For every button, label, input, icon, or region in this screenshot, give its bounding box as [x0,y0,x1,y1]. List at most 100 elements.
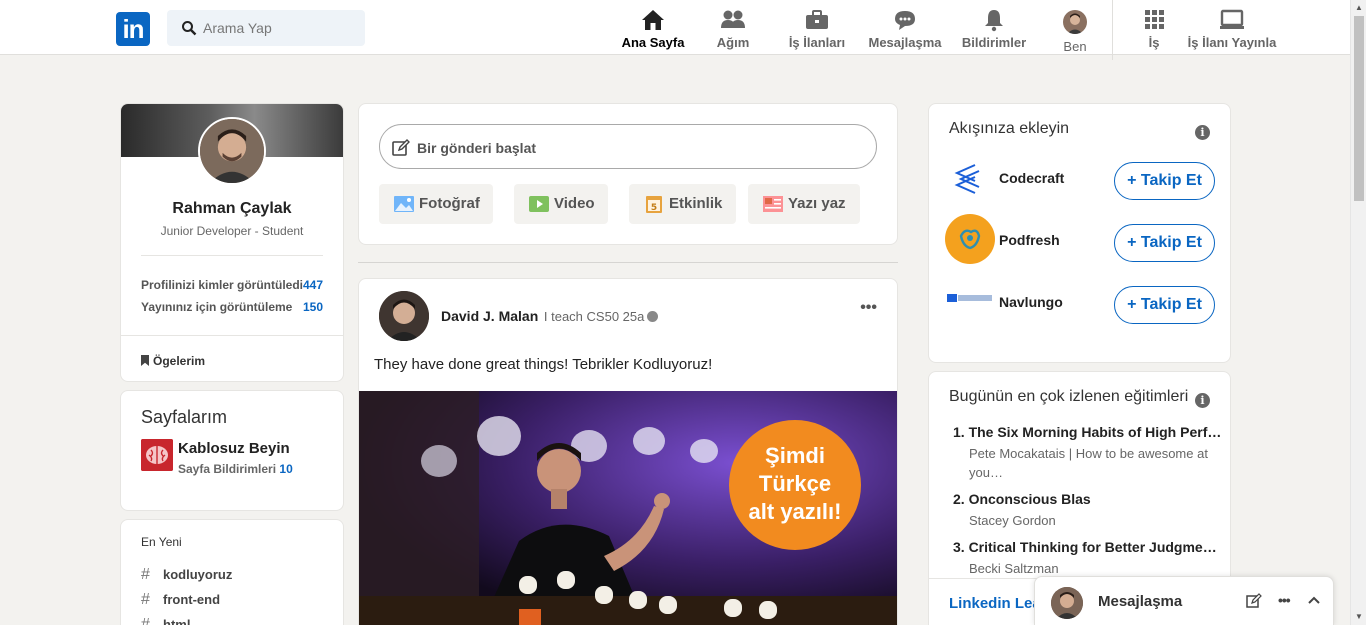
nav-work-label: İş [1148,35,1160,50]
write-article-label: Yazı yaz [788,195,846,212]
briefcase-icon [806,10,828,29]
info-icon[interactable]: i [1195,393,1210,408]
page-scrollbar[interactable]: ▲ ▼ [1350,0,1366,625]
post-views-value: 150 [302,300,323,314]
subtitle-badge-line: alt yazılı! [748,499,842,524]
nav-work[interactable]: İş [1140,8,1168,52]
chevron-up-icon[interactable] [1307,593,1321,607]
profile-views-label: Profilinizi kimler görüntüledi [141,278,304,292]
courses-title: Bugünün en çok izlenen eğitimleri [949,388,1189,405]
messaging-bar[interactable]: Mesajlaşma ••• [1034,576,1334,625]
post-views-row[interactable]: Yayınınız için görüntüleme 150 [141,300,323,314]
subtitle-badge: Şimdi Türkçe alt yazılı! [729,420,861,550]
write-article-button[interactable]: Yazı yaz [748,184,860,224]
linkedin-logo[interactable]: in [116,12,150,46]
profile-avatar[interactable] [198,117,266,185]
more-options-icon[interactable]: ••• [860,299,877,317]
profile-views-row[interactable]: Profilinizi kimler görüntüledi 447 [141,278,323,292]
hashtag-icon: # [141,591,150,608]
follow-button[interactable]: + Takip Et [1114,286,1215,324]
subtitle-badge-line: Türkçe [758,471,832,496]
post-image[interactable]: Şimdi Türkçe alt yazılı! [359,391,897,625]
avatar [1051,587,1083,619]
feed-sort-divider [358,262,898,263]
compose-icon[interactable] [1246,593,1262,609]
nav-home-label: Ana Sayfa [621,35,685,50]
hashtag-item[interactable]: # html [141,616,190,625]
info-icon[interactable]: i [1195,125,1210,140]
hashtag-item[interactable]: # kodluyoruz [141,566,232,584]
nav-home[interactable]: Ana Sayfa [618,8,688,52]
course-item[interactable]: 3. Critical Thinking for Better Judgme… … [953,539,1223,578]
recent-card: En Yeni # kodluyoruz # front-end # html [120,519,344,625]
pages-title: Sayfalarım [141,407,228,427]
nav-notifications[interactable]: Bildirimler [960,8,1028,52]
suggestion-name[interactable]: Podfresh [999,232,1060,248]
nav-jobs-label: İş İlanları [788,35,846,50]
hashtag-item[interactable]: # front-end [141,591,220,609]
start-post-label: Bir gönderi başlat [417,140,537,156]
post-author-line[interactable]: David J. Malan I teach CS50 25a [441,308,659,324]
svg-text:5: 5 [651,203,657,213]
avatar [1063,10,1087,34]
bookmark-icon [141,355,149,366]
recent-title: En Yeni [141,535,182,549]
nav-post-job[interactable]: İş İlanı Yayınla [1186,8,1278,52]
nav-messaging[interactable]: Mesajlaşma [866,8,944,52]
profile-name[interactable]: Rahman Çaylak [121,200,343,218]
brain-logo-icon[interactable] [141,439,173,471]
divider [141,255,323,256]
course-author: Pete Mocakatais | How to be awesome at y… [969,446,1208,480]
page-name[interactable]: Kablosuz Beyin [178,440,290,457]
nav-network[interactable]: Ağım [710,8,756,52]
course-title: 3. Critical Thinking for Better Judgme… [953,539,1217,555]
post-composer: Bir gönderi başlat Fotoğraf Video 5 Etki… [358,103,898,245]
subtitle-badge-line: Şimdi [765,443,825,468]
video-icon [529,196,549,212]
scroll-down-arrow-icon[interactable]: ▼ [1355,612,1363,621]
search-box[interactable] [167,10,365,46]
network-icon [721,10,745,28]
search-icon [182,21,197,36]
more-options-icon[interactable]: ••• [1278,592,1291,608]
event-button[interactable]: 5 Etkinlik [629,184,736,224]
profile-card: Rahman Çaylak Junior Developer - Student… [120,103,344,382]
post-author-name: David J. Malan [441,308,539,324]
nav-notifications-label: Bildirimler [961,35,1027,50]
scrollbar-thumb[interactable] [1354,16,1364,201]
follow-button[interactable]: + Takip Et [1114,224,1215,262]
post-text: They have done great things! Tebrikler K… [374,356,713,373]
monitor-icon [1220,9,1244,29]
course-title: 1. The Six Morning Habits of High Perf… [953,424,1222,440]
top-navigation-bar: in Ana Sayfa Ağım İş İlanları Mesajlaşma… [0,0,1350,60]
codecraft-logo-icon[interactable] [951,161,985,195]
nav-divider [1112,0,1113,60]
photo-button[interactable]: Fotoğraf [379,184,493,224]
post-author-meta: I teach CS50 25a [543,309,645,324]
course-item[interactable]: 2. Onconscious Blas Stacey Gordon [953,491,1223,530]
page-notifications[interactable]: Sayfa Bildirimleri 10 [178,462,293,476]
navlungo-logo-icon[interactable] [947,291,993,305]
start-post-button[interactable]: Bir gönderi başlat [379,124,877,169]
bell-icon [985,10,1003,32]
nav-me[interactable]: Ben [1054,8,1096,54]
nav-messaging-label: Mesajlaşma [868,35,942,50]
divider [121,335,343,336]
pages-card: Sayfalarım Kablosuz Beyin Sayfa Bildirim… [120,390,344,511]
podfresh-logo-icon[interactable] [945,214,995,264]
nav-jobs[interactable]: İş İlanları [786,8,848,52]
course-item[interactable]: 1. The Six Morning Habits of High Perf… … [953,424,1223,482]
suggestion-name[interactable]: Codecraft [999,170,1064,186]
hashtag-label: kodluyoruz [163,567,233,582]
video-button[interactable]: Video [514,184,608,224]
follow-button[interactable]: + Takip Et [1114,162,1215,200]
scroll-up-arrow-icon[interactable]: ▲ [1355,3,1363,12]
hashtag-icon: # [141,616,150,625]
suggestion-name[interactable]: Navlungo [999,294,1063,310]
author-avatar[interactable] [379,291,429,341]
my-items-link[interactable]: Ögelerim [141,354,205,368]
search-input[interactable] [203,18,353,38]
course-title: 2. Onconscious Blas [953,491,1091,507]
follow-suggestions-card: Akışınıza ekleyin i Codecraft + Takip Et… [928,103,1231,363]
page-notifications-label: Sayfa Bildirimleri [178,462,277,476]
